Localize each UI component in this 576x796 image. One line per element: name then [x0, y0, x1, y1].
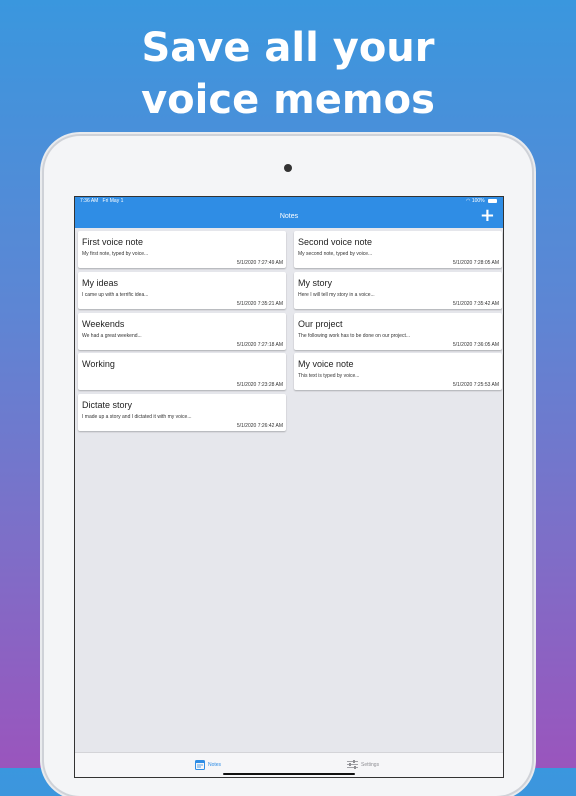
note-card[interactable]: Weekends We had a great weekend... 5/1/2…: [78, 313, 286, 350]
tab-bar: Notes Settings: [75, 752, 503, 777]
note-title: Working: [82, 359, 115, 369]
note-title: Weekends: [82, 319, 125, 329]
note-preview: This text is typed by voice...: [298, 373, 360, 379]
note-date: 5/1/2020 7:27:18 AM: [236, 342, 283, 348]
app-screen: 7:36 AM Fri May 1 ◠ 100% Notes + First v…: [74, 196, 504, 778]
wifi-icon: ◠: [466, 198, 471, 204]
note-card[interactable]: My voice note This text is typed by voic…: [294, 353, 502, 390]
note-card[interactable]: My ideas I came up with a terrific idea.…: [78, 272, 286, 309]
tablet-frame: 7:36 AM Fri May 1 ◠ 100% Notes + First v…: [44, 136, 532, 796]
note-title: Our project: [298, 319, 343, 329]
note-date: 5/1/2020 7:25:53 AM: [452, 382, 499, 388]
add-note-button[interactable]: +: [480, 205, 495, 227]
note-preview: I came up with a terrific idea...: [82, 292, 149, 298]
note-date: 5/1/2020 7:23:28 AM: [236, 382, 283, 388]
note-card[interactable]: Working 5/1/2020 7:23:28 AM: [78, 353, 286, 390]
camera-dot: [284, 164, 292, 172]
nav-title: Notes: [279, 213, 299, 220]
note-date: 5/1/2020 7:27:49 AM: [236, 260, 283, 266]
status-time: 7:36 AM: [80, 198, 99, 204]
note-card[interactable]: Second voice note My second note, typed …: [294, 231, 502, 268]
note-date: 5/1/2020 7:28:05 AM: [452, 260, 499, 266]
nav-bar: Notes +: [75, 205, 503, 228]
promo-headline: Save all your voice memos: [0, 22, 576, 126]
note-title: My voice note: [298, 359, 354, 369]
note-title: Dictate story: [82, 400, 133, 410]
note-date: 5/1/2020 7:35:21 AM: [236, 301, 283, 307]
note-preview: The following work has to be done on our…: [298, 333, 411, 339]
note-title: My story: [298, 278, 333, 288]
note-card[interactable]: First voice note My first note, typed by…: [78, 231, 286, 268]
note-preview: We had a great weekend...: [82, 333, 142, 339]
battery-percent: 100%: [471, 198, 485, 204]
battery-icon: [488, 198, 497, 203]
headline-line-2: voice memos: [141, 77, 435, 123]
note-card[interactable]: Dictate story I made up a story and I di…: [78, 394, 286, 431]
tab-settings-label: Settings: [361, 762, 380, 768]
home-indicator: [223, 773, 355, 775]
tab-notes[interactable]: Notes: [195, 753, 221, 777]
note-date: 5/1/2020 7:36:05 AM: [452, 342, 499, 348]
note-preview: Here I will tell my story in a voice...: [298, 292, 375, 298]
note-title: Second voice note: [298, 237, 373, 247]
tab-notes-label: Notes: [208, 762, 222, 768]
status-bar: 7:36 AM Fri May 1 ◠ 100%: [75, 197, 503, 206]
note-title: My ideas: [82, 278, 119, 288]
note-card[interactable]: Our project The following work has to be…: [294, 313, 502, 350]
headline-line-1: Save all your: [141, 25, 435, 71]
note-preview: I made up a story and I dictated it with…: [82, 414, 192, 420]
note-date: 5/1/2020 7:26:42 AM: [236, 423, 283, 429]
note-preview: My first note, typed by voice...: [82, 251, 149, 257]
notes-icon: [195, 759, 205, 770]
status-date: Fri May 1: [102, 198, 124, 204]
note-date: 5/1/2020 7:35:42 AM: [452, 301, 499, 307]
note-card[interactable]: My story Here I will tell my story in a …: [294, 272, 502, 309]
note-preview: My second note, typed by voice...: [298, 251, 373, 257]
note-title: First voice note: [82, 237, 144, 247]
